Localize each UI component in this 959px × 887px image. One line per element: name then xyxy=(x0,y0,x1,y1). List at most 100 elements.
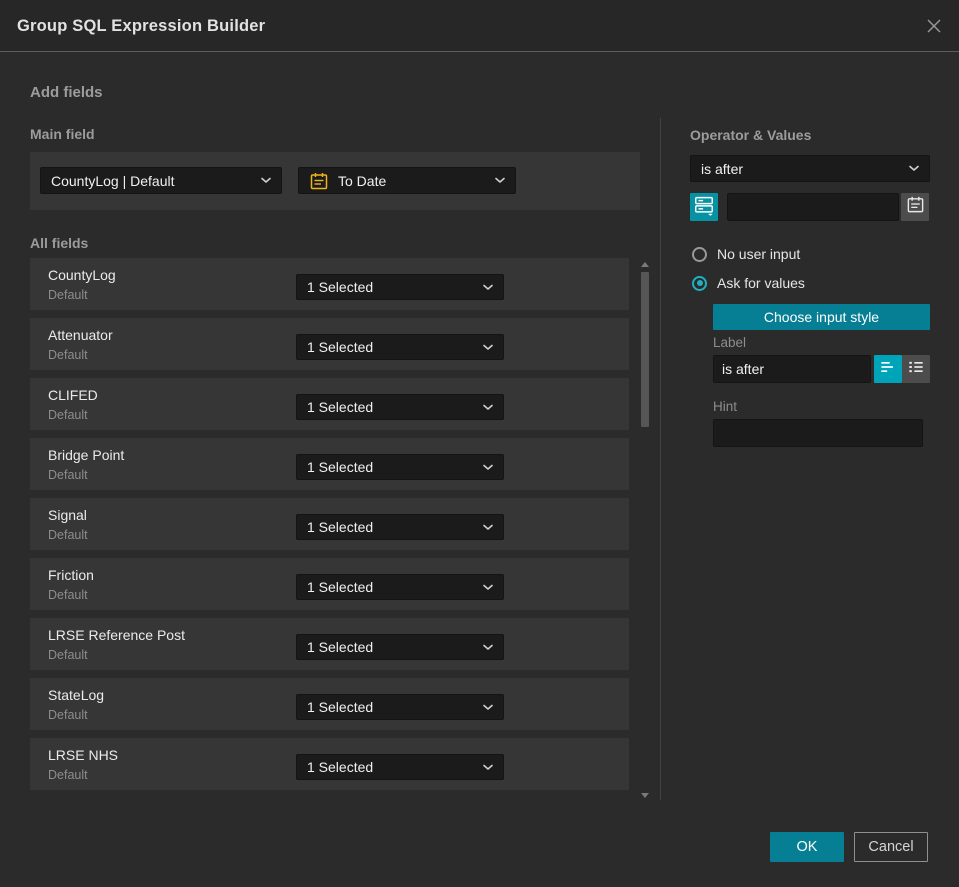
field-selected-dropdown[interactable]: 1 Selected xyxy=(296,394,504,420)
field-selected-value: 1 Selected xyxy=(307,399,374,415)
chevron-down-icon xyxy=(483,404,493,411)
field-type: Default xyxy=(48,768,88,782)
field-type: Default xyxy=(48,588,88,602)
field-row: Signal Default 1 Selected xyxy=(30,498,629,550)
calendar-icon xyxy=(906,195,925,219)
field-row: Friction Default 1 Selected xyxy=(30,558,629,610)
field-selected-dropdown[interactable]: 1 Selected xyxy=(296,574,504,600)
align-left-icon xyxy=(878,357,898,382)
chevron-down-icon xyxy=(483,644,493,651)
dialog-title: Group SQL Expression Builder xyxy=(17,17,266,35)
field-selected-value: 1 Selected xyxy=(307,279,374,295)
chevron-down-icon xyxy=(483,704,493,711)
field-row: Bridge Point Default 1 Selected xyxy=(30,438,629,490)
input-style-list-button[interactable] xyxy=(902,355,930,383)
main-field-heading: Main field xyxy=(30,126,95,142)
field-selected-dropdown[interactable]: 1 Selected xyxy=(296,274,504,300)
calendar-icon xyxy=(309,171,329,191)
field-selected-dropdown[interactable]: 1 Selected xyxy=(296,754,504,780)
operator-values-heading: Operator & Values xyxy=(690,127,812,143)
main-field-type-value: To Date xyxy=(338,172,387,189)
main-field-select-value: CountyLog | Default xyxy=(51,172,175,189)
input-style-text-button[interactable] xyxy=(874,355,902,383)
hint-input[interactable] xyxy=(713,419,923,447)
field-name: Friction xyxy=(48,567,94,583)
chevron-down-icon xyxy=(495,177,505,184)
all-fields-list: CountyLog Default 1 Selected Attenuator … xyxy=(30,258,629,798)
field-selected-value: 1 Selected xyxy=(307,339,374,355)
date-picker-button[interactable] xyxy=(901,193,929,221)
radio-button-icon xyxy=(692,275,707,291)
main-field-type-select[interactable]: To Date xyxy=(298,167,516,194)
label-caption: Label xyxy=(713,335,747,350)
field-name: CLIFED xyxy=(48,387,98,403)
field-selected-dropdown[interactable]: 1 Selected xyxy=(296,634,504,660)
chevron-down-icon xyxy=(261,177,271,184)
field-selected-dropdown[interactable]: 1 Selected xyxy=(296,514,504,540)
chevron-down-icon xyxy=(483,584,493,591)
field-row: CLIFED Default 1 Selected xyxy=(30,378,629,430)
chevron-down-icon xyxy=(483,344,493,351)
value-source-toggle-button[interactable] xyxy=(690,193,718,221)
field-name: StateLog xyxy=(48,687,105,703)
hint-caption: Hint xyxy=(713,399,738,414)
field-row: CountyLog Default 1 Selected xyxy=(30,258,629,310)
chevron-down-icon xyxy=(909,165,919,172)
field-type: Default xyxy=(48,468,88,482)
group-sql-expression-builder-dialog: Group SQL Expression Builder Add fields … xyxy=(0,0,959,887)
field-row: StateLog Default 1 Selected xyxy=(30,678,629,730)
field-name: Signal xyxy=(48,507,87,523)
field-selected-value: 1 Selected xyxy=(307,519,374,535)
field-selected-value: 1 Selected xyxy=(307,699,374,715)
field-name: CountyLog xyxy=(48,267,116,283)
field-selected-value: 1 Selected xyxy=(307,459,374,475)
field-selected-value: 1 Selected xyxy=(307,579,374,595)
add-fields-heading: Add fields xyxy=(30,84,103,101)
dialog-title-bar: Group SQL Expression Builder xyxy=(0,0,959,52)
main-field-panel: CountyLog | Default To Date xyxy=(30,152,640,210)
field-name: LRSE NHS xyxy=(48,747,119,763)
field-type: Default xyxy=(48,348,88,362)
stacked-values-icon xyxy=(693,194,715,221)
chevron-down-icon xyxy=(483,284,493,291)
radio-no-user-input[interactable]: No user input xyxy=(692,246,800,262)
list-scrollbar[interactable] xyxy=(640,260,650,800)
field-name: Attenuator xyxy=(48,327,113,343)
list-icon xyxy=(906,357,926,382)
field-selected-dropdown[interactable]: 1 Selected xyxy=(296,694,504,720)
field-name: Bridge Point xyxy=(48,447,125,463)
field-type: Default xyxy=(48,528,88,542)
field-row: LRSE Reference Post Default 1 Selected xyxy=(30,618,629,670)
scrollbar-up-arrow[interactable] xyxy=(641,262,649,267)
operator-select[interactable]: is after xyxy=(690,155,930,182)
radio-button-icon xyxy=(692,246,707,262)
panel-divider xyxy=(660,118,661,800)
scrollbar-down-arrow[interactable] xyxy=(641,793,649,798)
radio-label: Ask for values xyxy=(717,275,805,291)
field-row: LRSE NHS Default 1 Selected xyxy=(30,738,629,790)
chevron-down-icon xyxy=(483,764,493,771)
choose-input-style-button[interactable]: Choose input style xyxy=(713,304,930,330)
main-field-select[interactable]: CountyLog | Default xyxy=(40,167,282,194)
cancel-button[interactable]: Cancel xyxy=(854,832,928,862)
all-fields-heading: All fields xyxy=(30,235,89,251)
field-selected-dropdown[interactable]: 1 Selected xyxy=(296,334,504,360)
chevron-down-icon xyxy=(483,464,493,471)
scrollbar-thumb[interactable] xyxy=(641,272,649,427)
field-type: Default xyxy=(48,288,88,302)
field-type: Default xyxy=(48,408,88,422)
field-selected-value: 1 Selected xyxy=(307,639,374,655)
field-selected-dropdown[interactable]: 1 Selected xyxy=(296,454,504,480)
radio-ask-for-values[interactable]: Ask for values xyxy=(692,275,805,291)
field-type: Default xyxy=(48,648,88,662)
label-input[interactable] xyxy=(713,355,871,383)
field-row: Attenuator Default 1 Selected xyxy=(30,318,629,370)
radio-label: No user input xyxy=(717,246,801,262)
operator-select-value: is after xyxy=(701,160,744,177)
value-input[interactable] xyxy=(727,193,899,221)
field-type: Default xyxy=(48,708,88,722)
field-selected-value: 1 Selected xyxy=(307,759,374,775)
ok-button[interactable]: OK xyxy=(770,832,844,862)
chevron-down-icon xyxy=(483,524,493,531)
close-icon[interactable] xyxy=(922,14,946,38)
